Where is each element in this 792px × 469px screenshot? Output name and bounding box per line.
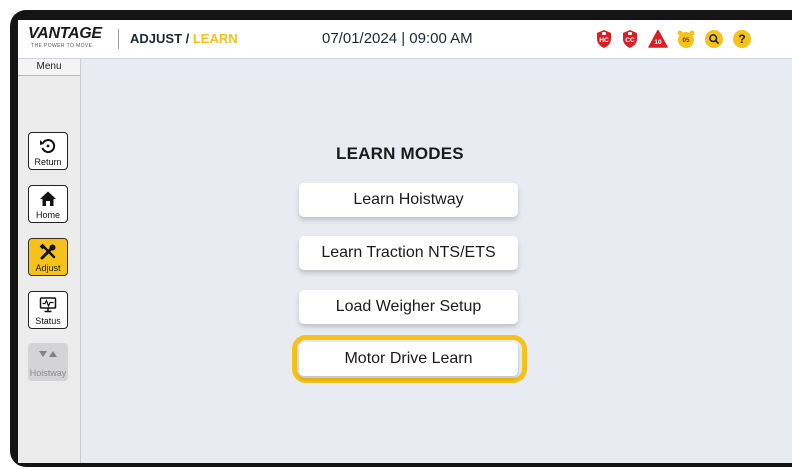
sidebar-item-status[interactable]: Status [28, 291, 68, 329]
page-title: LEARN MODES [336, 144, 464, 163]
cc-label: CC [625, 37, 635, 44]
learn-hoistway-button[interactable]: Learn Hoistway [299, 183, 518, 217]
sidebar-item-label: Hoistway [29, 368, 67, 378]
brand-tagline: THE POWER TO MOVE [31, 43, 93, 49]
cc-shield-icon[interactable]: CC [620, 29, 640, 49]
search-icon[interactable] [704, 29, 724, 49]
breadcrumb: ADJUST / LEARN [130, 31, 238, 46]
monitor-icon [29, 296, 67, 314]
sidebar-item-label: Adjust [35, 263, 61, 273]
menu-label: Menu [18, 59, 80, 76]
brand-logo: VANTAGE THE POWER TO MOVE [28, 25, 110, 53]
sidebar-item-hoistway[interactable]: Hoistway [28, 343, 68, 381]
alarm-triangle-icon[interactable]: 10 [648, 29, 668, 49]
event-gear-icon[interactable]: 05 [676, 29, 696, 49]
hoistway-arrows-icon [29, 348, 67, 366]
sidebar-item-label: Status [35, 316, 61, 326]
breadcrumb-current: LEARN [192, 31, 238, 46]
hc-label: HC [599, 37, 609, 44]
breadcrumb-separator: / [182, 31, 193, 46]
device-frame: VANTAGE THE POWER TO MOVE ADJUST / LEARN… [10, 10, 792, 467]
hc-shield-icon[interactable]: HC [594, 29, 614, 49]
load-weigher-setup-button[interactable]: Load Weigher Setup [299, 290, 518, 324]
top-header: VANTAGE THE POWER TO MOVE ADJUST / LEARN… [18, 20, 792, 59]
alarm-count: 10 [654, 39, 662, 46]
screen: VANTAGE THE POWER TO MOVE ADJUST / LEARN… [18, 20, 792, 463]
learn-traction-nts-ets-button[interactable]: Learn Traction NTS/ETS [299, 236, 518, 270]
brand-name: VANTAGE [28, 25, 102, 42]
home-icon [29, 190, 67, 208]
breadcrumb-section[interactable]: ADJUST [130, 31, 182, 46]
sidebar-item-label: Home [35, 210, 60, 220]
sidebar-item-adjust[interactable]: Adjust [28, 238, 68, 276]
help-icon[interactable]: ? [732, 29, 752, 49]
header-divider [118, 29, 119, 49]
sidebar-item-home[interactable]: Home [28, 185, 68, 223]
tools-icon [29, 243, 67, 261]
event-count: 05 [682, 37, 690, 44]
sidebar-menu: Menu Return Home Adjust Status Hoistway [18, 59, 81, 463]
motor-drive-learn-button[interactable]: Motor Drive Learn [299, 342, 518, 376]
datetime-display: 07/01/2024 | 09:00 AM [322, 30, 473, 47]
help-label: ? [738, 32, 746, 46]
